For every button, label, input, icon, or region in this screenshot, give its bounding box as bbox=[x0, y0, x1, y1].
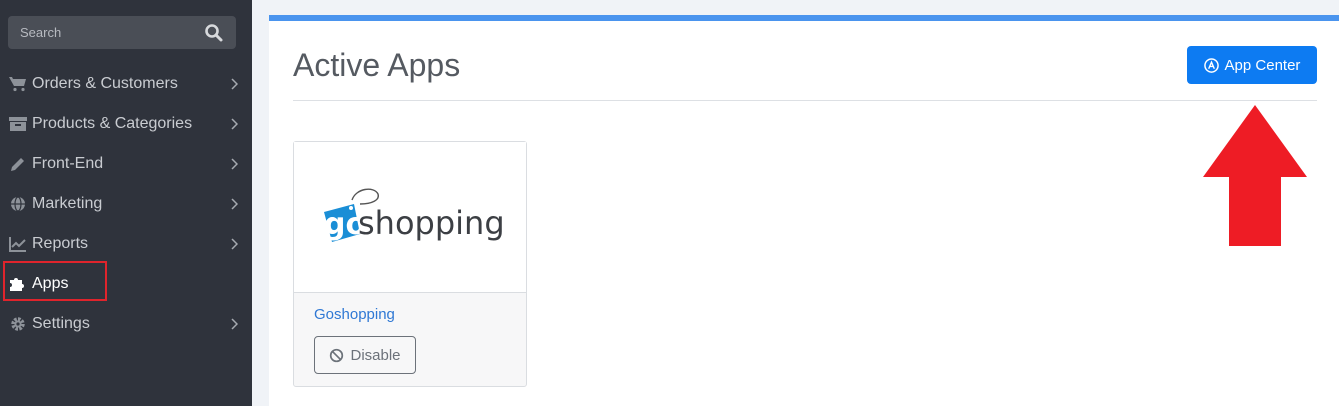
logo-shopping-text: shopping bbox=[358, 204, 505, 242]
page-title: Active Apps bbox=[293, 47, 461, 83]
red-up-arrow-icon bbox=[1203, 105, 1307, 246]
globe-icon bbox=[11, 196, 25, 212]
sidebar-item-label: Apps bbox=[32, 275, 69, 292]
chevron-right-icon bbox=[231, 158, 238, 170]
gear-icon bbox=[11, 317, 25, 331]
disable-button[interactable]: Disable bbox=[314, 336, 416, 374]
main-panel: Active Apps App Center go shopping Gosho… bbox=[269, 15, 1339, 406]
search-placeholder: Search bbox=[20, 25, 62, 40]
app-center-label: App Center bbox=[1224, 56, 1301, 74]
chart-line-icon bbox=[9, 237, 26, 252]
search-input[interactable]: Search bbox=[8, 16, 236, 49]
chevron-right-icon bbox=[231, 198, 238, 210]
sidebar-item-apps[interactable]: Apps bbox=[0, 261, 252, 304]
cart-icon bbox=[9, 77, 26, 92]
search-icon[interactable] bbox=[204, 23, 224, 43]
sidebar: Search Orders & Customers Products & Cat… bbox=[0, 0, 252, 406]
sidebar-item-label: Settings bbox=[32, 315, 90, 332]
app-logo: go shopping bbox=[294, 142, 526, 293]
goshopping-logo: go shopping bbox=[324, 188, 505, 242]
sidebar-nav: Orders & Customers Products & Categories… bbox=[0, 64, 252, 344]
puzzle-icon bbox=[10, 278, 24, 291]
sidebar-item-label: Front-End bbox=[32, 155, 104, 172]
app-center-button[interactable]: App Center bbox=[1187, 46, 1317, 84]
app-card: go shopping Goshopping Disable bbox=[293, 141, 527, 387]
sidebar-item-label: Reports bbox=[32, 235, 89, 252]
sidebar-item-label: Orders & Customers bbox=[32, 75, 178, 92]
app-store-icon bbox=[1203, 57, 1219, 73]
sidebar-item-reports[interactable]: Reports bbox=[0, 224, 252, 264]
sidebar-item-products-categories[interactable]: Products & Categories bbox=[0, 104, 252, 144]
sidebar-item-settings[interactable]: Settings bbox=[0, 304, 252, 344]
archive-icon bbox=[9, 117, 27, 131]
sidebar-item-label: Marketing bbox=[32, 195, 103, 212]
disable-label: Disable bbox=[350, 346, 401, 364]
chevron-right-icon bbox=[231, 118, 238, 130]
chevron-right-icon bbox=[231, 78, 238, 90]
sidebar-item-marketing[interactable]: Marketing bbox=[0, 184, 252, 224]
sidebar-item-orders-customers[interactable]: Orders & Customers bbox=[0, 64, 252, 104]
sidebar-item-label: Products & Categories bbox=[32, 115, 193, 132]
pencil-icon bbox=[11, 158, 24, 171]
chevron-right-icon bbox=[231, 238, 238, 250]
app-name-link[interactable]: Goshopping bbox=[314, 306, 395, 323]
divider bbox=[293, 100, 1317, 101]
ban-icon bbox=[330, 348, 344, 362]
chevron-right-icon bbox=[231, 318, 238, 330]
sidebar-item-front-end[interactable]: Front-End bbox=[0, 144, 252, 184]
